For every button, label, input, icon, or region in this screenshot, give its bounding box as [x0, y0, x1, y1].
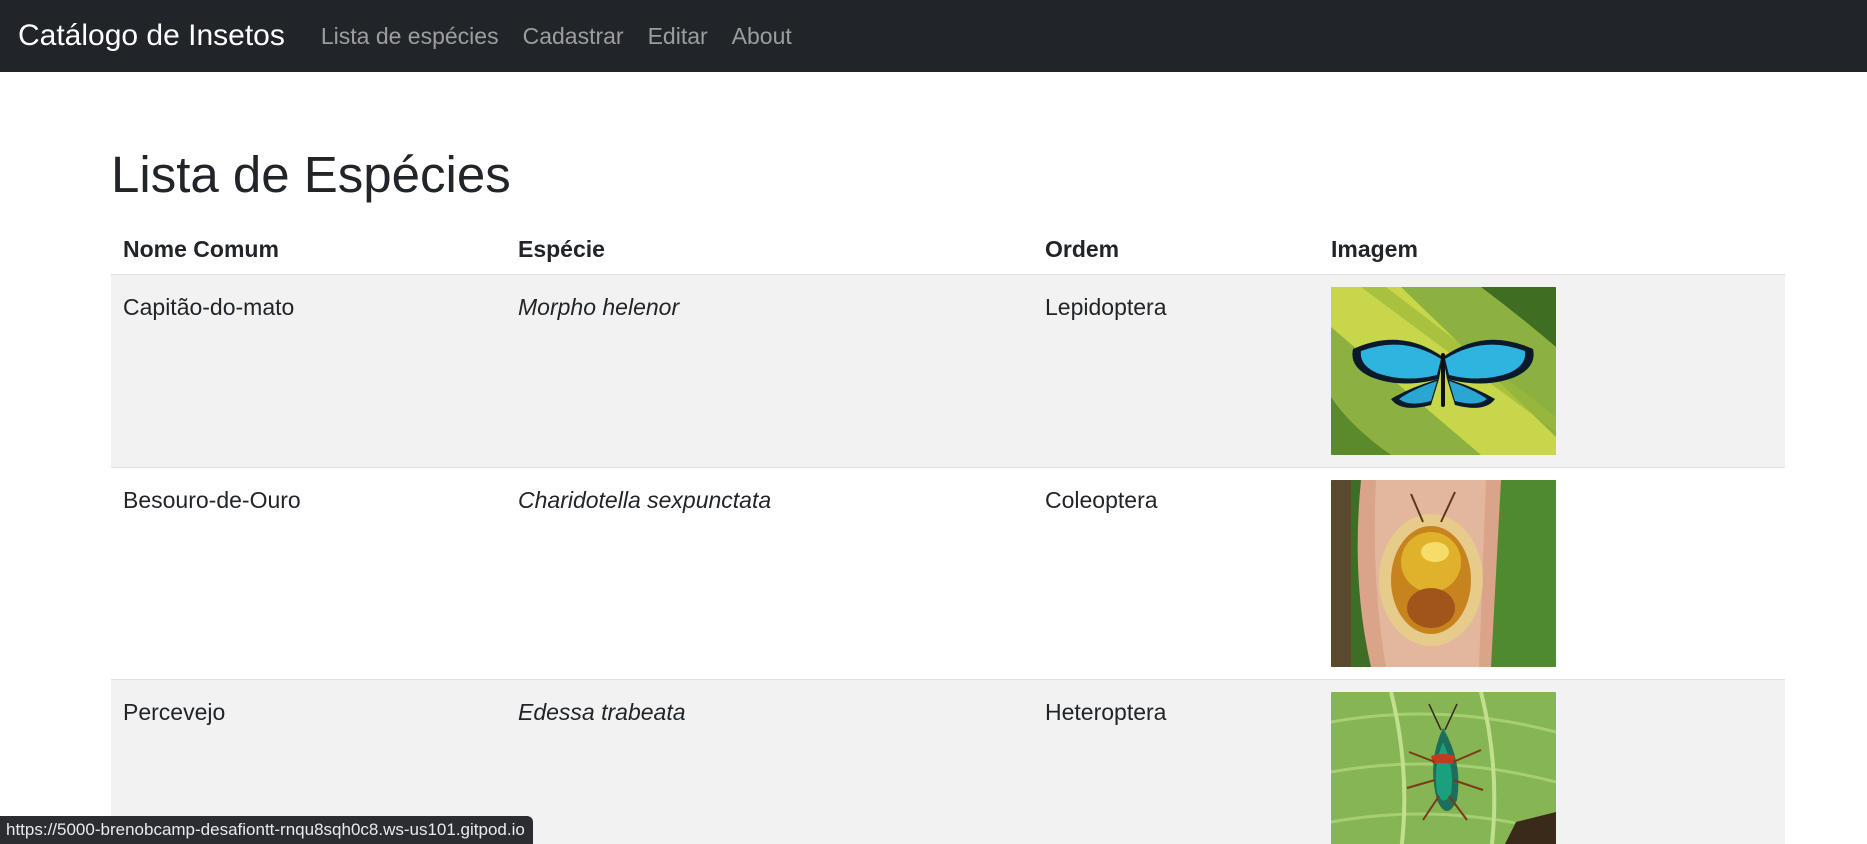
stink-bug-image [1331, 691, 1556, 844]
common-name-cell: Capitão-do-mato [111, 274, 506, 468]
common-name-cell: Besouro-de-Ouro [111, 467, 506, 680]
nav-link-cadastrar[interactable]: Cadastrar [523, 23, 624, 50]
order-cell: Lepidoptera [1033, 274, 1319, 468]
image-cell [1319, 679, 1785, 844]
table-row: Besouro-de-Ouro Charidotella sexpunctata… [111, 467, 1785, 680]
butterfly-image [1331, 286, 1556, 455]
nav-link-about[interactable]: About [732, 23, 792, 50]
beetle-image [1331, 479, 1556, 667]
nav-link-editar[interactable]: Editar [648, 23, 708, 50]
species-cell: Edessa trabeata [506, 679, 1033, 844]
table-row: Capitão-do-mato Morpho helenor Lepidopte… [111, 274, 1785, 468]
header-especie: Espécie [506, 226, 1033, 275]
header-nome-comum: Nome Comum [111, 226, 506, 275]
page-title: Lista de Espécies [111, 146, 511, 203]
order-cell: Heteroptera [1033, 679, 1319, 844]
header-imagem: Imagem [1319, 226, 1785, 275]
status-bar-url: https://5000-brenobcamp-desafiontt-rnqu8… [0, 816, 533, 844]
nav-link-lista-especies[interactable]: Lista de espécies [321, 23, 499, 50]
species-cell: Morpho helenor [506, 274, 1033, 468]
top-navbar: Catálogo de Insetos Lista de espécies Ca… [0, 0, 1867, 72]
image-cell [1319, 274, 1785, 468]
species-table: Nome Comum Espécie Ordem Imagem Capitão-… [111, 226, 1785, 844]
order-cell: Coleoptera [1033, 467, 1319, 680]
header-ordem: Ordem [1033, 226, 1319, 275]
species-cell: Charidotella sexpunctata [506, 467, 1033, 680]
brand-link[interactable]: Catálogo de Insetos [18, 19, 285, 53]
table-header-row: Nome Comum Espécie Ordem Imagem [111, 226, 1785, 275]
image-cell [1319, 467, 1785, 680]
